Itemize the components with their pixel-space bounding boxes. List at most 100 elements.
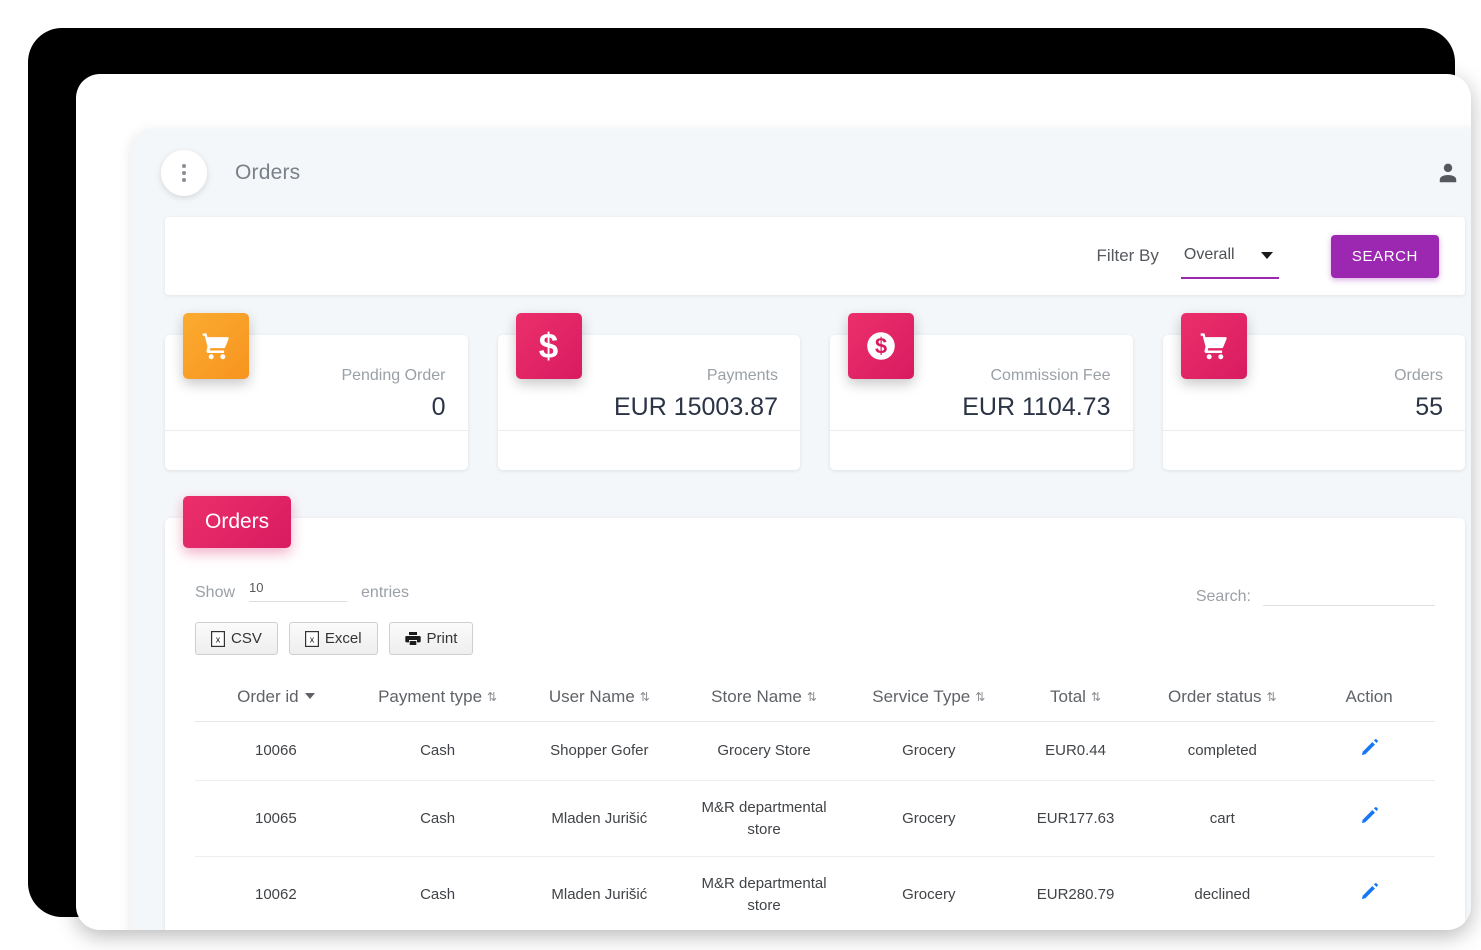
kebab-dot — [182, 171, 186, 175]
column-header-total[interactable]: Total ⇅ — [1009, 677, 1142, 722]
cell-user-name: Mladen Jurišić — [518, 856, 681, 930]
search-input[interactable] — [1263, 583, 1435, 606]
export-csv-button[interactable]: x CSV — [195, 622, 278, 655]
chevron-down-icon — [1260, 252, 1273, 259]
app-shell: Orders Filter By Overall SEARCH Pending … — [131, 129, 1471, 930]
sort-desc-icon — [304, 693, 315, 699]
stat-card-footer — [165, 430, 468, 470]
device-screen: Orders Filter By Overall SEARCH Pending … — [76, 74, 1471, 930]
cell-action — [1303, 856, 1435, 930]
search-button[interactable]: SEARCH — [1330, 234, 1439, 278]
datatable-search: Search: — [1196, 583, 1435, 606]
column-header-order-status[interactable]: Order status ⇅ — [1141, 677, 1304, 722]
cell-service-type: Grocery — [847, 856, 1010, 930]
column-header-action: Action — [1303, 677, 1435, 722]
column-label: Total — [1050, 687, 1086, 706]
orders-table-body: 10066 Cash Shopper Gofer Grocery Store G… — [195, 721, 1435, 930]
table-row[interactable]: 10065 Cash Mladen Jurišić M&R department… — [195, 780, 1435, 858]
table-row[interactable]: 10066 Cash Shopper Gofer Grocery Store G… — [195, 721, 1435, 781]
cell-total: EUR0.44 — [1009, 721, 1142, 781]
stat-label: Pending Order — [341, 367, 446, 384]
cell-service-type: Grocery — [847, 780, 1010, 858]
orders-panel: Orders Show 10 entries x CSV x Excel Pri… — [165, 496, 1465, 930]
file-excel-icon: x — [211, 630, 225, 647]
print-button[interactable]: Print — [388, 622, 474, 655]
filter-by-value: Overall — [1183, 246, 1235, 263]
column-header-user-name[interactable]: User Name ⇅ — [518, 677, 681, 722]
column-label: Store Name — [711, 687, 802, 706]
edit-pencil-icon[interactable] — [1360, 738, 1379, 757]
kebab-dot — [182, 178, 186, 182]
column-header-service-type[interactable]: Service Type ⇅ — [847, 677, 1010, 722]
edit-pencil-icon[interactable] — [1360, 806, 1379, 825]
kebab-dot — [182, 164, 186, 168]
filter-by-select[interactable]: Overall — [1180, 233, 1279, 279]
svg-text:x: x — [216, 634, 221, 644]
orders-table-head: Order id Payment type ⇅ User Name ⇅ Store … — [195, 677, 1435, 722]
printer-icon — [404, 632, 421, 645]
cell-action — [1303, 780, 1435, 858]
cell-user-name: Shopper Gofer — [518, 721, 681, 781]
cell-order-id: 10066 — [195, 721, 357, 781]
screenshot-root: Orders Filter By Overall SEARCH Pending … — [0, 0, 1481, 950]
stat-value: 0 — [431, 393, 446, 421]
cell-order-status: declined — [1141, 856, 1304, 930]
cell-store-name: Grocery Store — [680, 721, 848, 781]
shopping-cart-icon — [1180, 313, 1247, 379]
cell-payment-type: Cash — [356, 721, 519, 781]
stat-text: Orders 55 — [1394, 367, 1443, 422]
stat-value: EUR 1104.73 — [962, 393, 1111, 421]
stat-card-payments: $ Payments EUR 15003.87 — [497, 313, 800, 470]
filter-panel: Filter By Overall SEARCH — [165, 217, 1465, 295]
kebab-menu-icon[interactable] — [161, 150, 207, 196]
cell-payment-type: Cash — [356, 856, 519, 930]
stat-label: Payments — [706, 367, 778, 384]
page-title: Orders — [235, 161, 301, 184]
print-label: Print — [426, 630, 458, 647]
column-label: Action — [1345, 687, 1393, 706]
cell-payment-type: Cash — [356, 780, 519, 858]
sort-both-icon: ⇅ — [1266, 690, 1277, 704]
column-label: Payment type — [378, 687, 483, 706]
sort-both-icon: ⇅ — [975, 690, 986, 704]
user-account-icon[interactable] — [1435, 160, 1461, 186]
export-csv-label: CSV — [231, 630, 262, 647]
cell-total: EUR177.63 — [1009, 780, 1142, 858]
shopping-cart-icon — [183, 313, 249, 379]
sort-both-icon: ⇅ — [487, 690, 498, 704]
stat-label: Orders — [1394, 367, 1443, 384]
file-excel-icon: x — [304, 630, 319, 647]
dollar-sign-icon: $ — [515, 313, 582, 379]
export-buttons: x CSV x Excel Print — [195, 622, 1435, 655]
column-header-store-name[interactable]: Store Name ⇅ — [680, 677, 848, 722]
table-row[interactable]: 10062 Cash Mladen Jurišić M&R department… — [195, 856, 1435, 930]
show-label: Show — [195, 584, 236, 601]
stats-row: Pending Order 0 $ Payments EUR 15003.87 — [165, 313, 1465, 470]
edit-pencil-icon[interactable] — [1360, 882, 1379, 901]
stat-card-footer — [497, 430, 800, 470]
cell-order-status: completed — [1141, 721, 1304, 781]
sort-both-icon: ⇅ — [806, 690, 817, 704]
topbar: Orders — [131, 129, 1471, 217]
column-header-order-id[interactable]: Order id — [195, 677, 357, 722]
cell-action — [1303, 721, 1435, 781]
stat-card-commission-fee: $ Commission Fee EUR 1104.73 — [830, 313, 1133, 470]
stat-value: 55 — [1415, 393, 1443, 421]
stat-card-orders: Orders 55 — [1162, 313, 1465, 470]
cell-user-name: Mladen Jurišić — [518, 780, 681, 858]
stat-label: Commission Fee — [990, 367, 1111, 384]
entries-length-select[interactable]: 10 — [249, 580, 348, 602]
entries-label: entries — [361, 584, 410, 601]
cell-store-name: M&R departmental store — [680, 856, 848, 930]
svg-text:$: $ — [875, 334, 887, 359]
stat-card-footer — [830, 430, 1133, 470]
filter-by-label: Filter By — [1096, 246, 1159, 265]
stat-text: Commission Fee EUR 1104.73 — [962, 367, 1110, 422]
sort-both-icon: ⇅ — [639, 690, 650, 704]
export-excel-button[interactable]: x Excel — [288, 622, 378, 655]
orders-table: Order id Payment type ⇅ User Name ⇅ Store … — [195, 677, 1435, 930]
sort-both-icon: ⇅ — [1090, 690, 1102, 704]
column-header-payment-type[interactable]: Payment type ⇅ — [356, 677, 519, 722]
stat-text: Pending Order 0 — [341, 367, 445, 422]
orders-table-header-row: Order id Payment type ⇅ User Name ⇅ Store … — [195, 677, 1435, 722]
